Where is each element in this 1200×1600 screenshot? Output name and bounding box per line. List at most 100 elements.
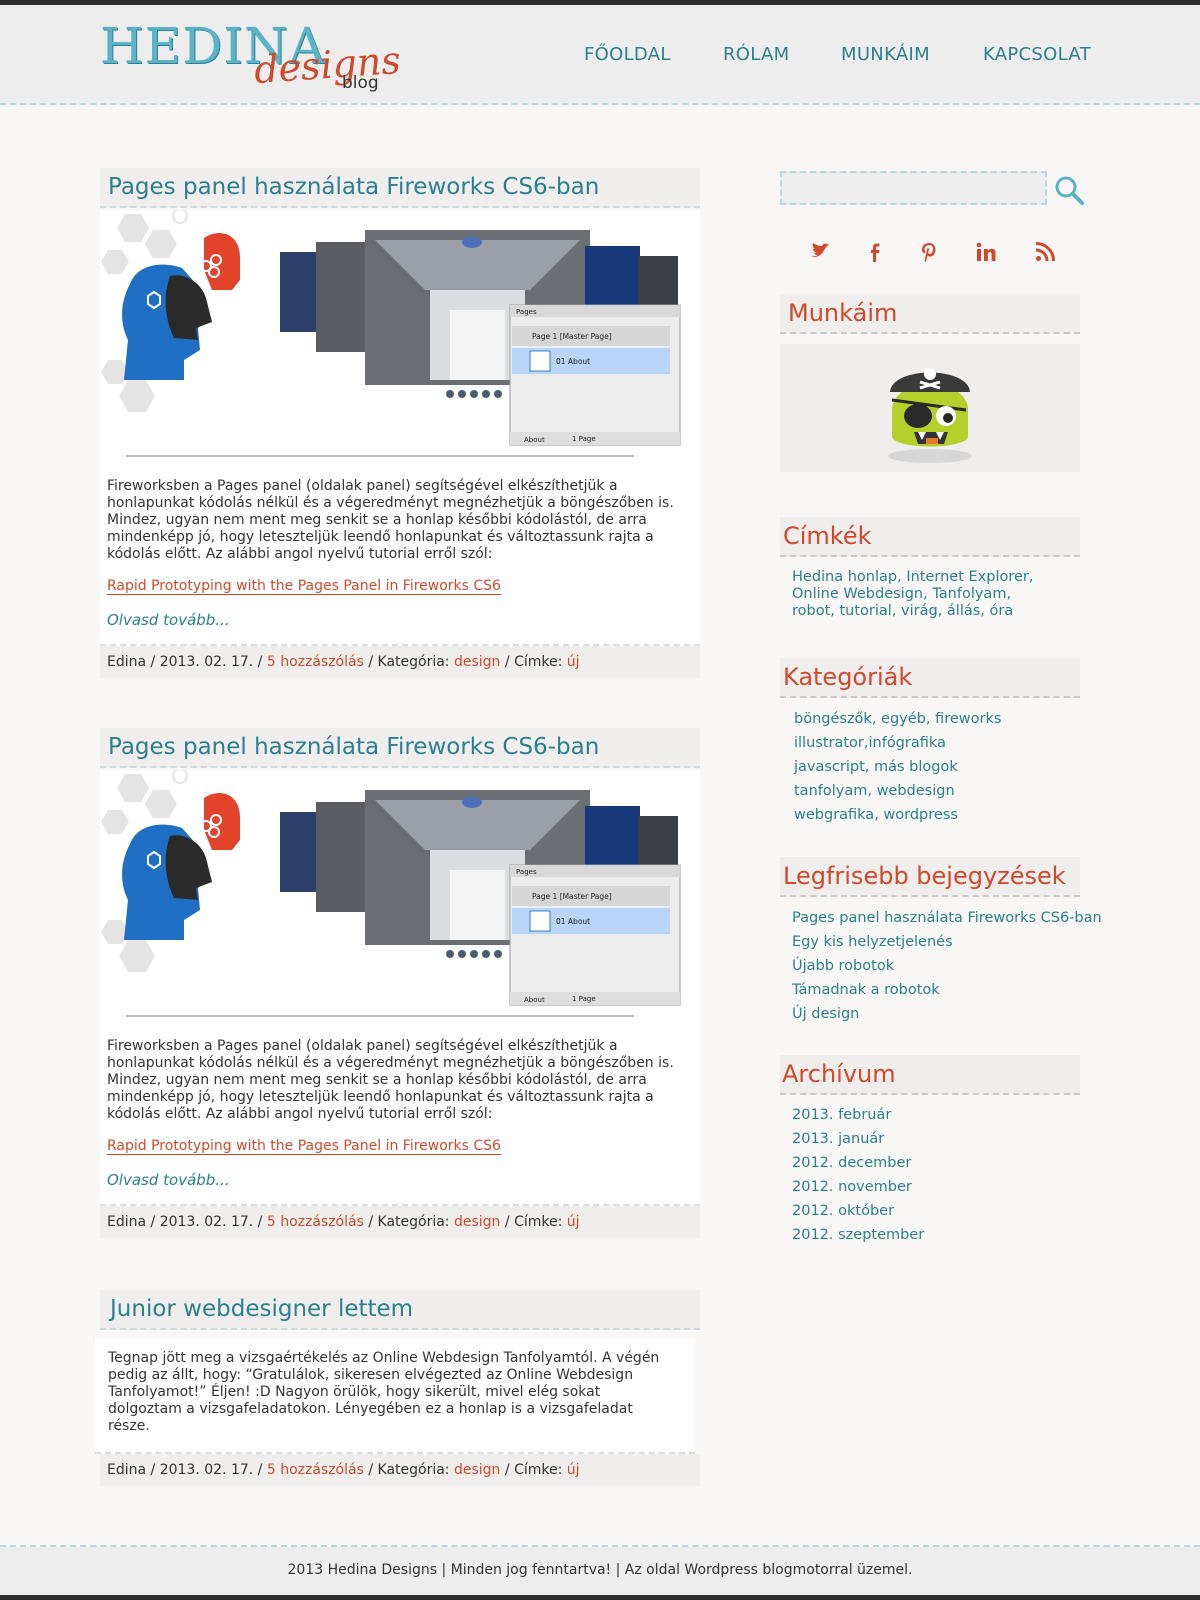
search-input[interactable] <box>780 171 1047 205</box>
meta-category-link[interactable]: design <box>454 1214 500 1230</box>
search-icon[interactable] <box>1052 173 1086 207</box>
meta-author: Edina <box>107 1214 147 1230</box>
panel-count: 1 Page <box>572 435 596 443</box>
category-link[interactable]: webgrafika, wordpress <box>794 807 1001 831</box>
archive-link[interactable]: 2012. szeptember <box>792 1227 924 1251</box>
post-title-bar: Junior webdesigner lettem <box>100 1290 700 1330</box>
nav-item-munkaim[interactable]: MUNKÁIM <box>841 44 930 65</box>
meta-tag-label: Címke: <box>514 1462 563 1478</box>
read-more-link[interactable]: Olvasd tovább... <box>107 1171 230 1189</box>
post-meta: Edina / 2013. 02. 17. / 5 hozzászólás / … <box>100 1454 700 1486</box>
nav-item-fooldal[interactable]: FŐOLDAL <box>584 44 671 65</box>
widget-title: Munkáim <box>788 299 898 327</box>
category-link[interactable]: tanfolyam, webdesign <box>794 783 1001 807</box>
meta-tag-label: Címke: <box>514 654 563 670</box>
post-meta: Edina / 2013. 02. 17. / 5 hozzászólás / … <box>100 1206 700 1238</box>
facebook-icon[interactable] <box>863 240 887 264</box>
panel-title: Pages <box>516 868 537 876</box>
category-list: böngészők, egyéb, fireworks illustrator,… <box>794 711 1001 831</box>
footer-text: 2013 Hedina Designs | Minden jog fenntar… <box>287 1562 913 1578</box>
archive-link[interactable]: 2013. február <box>792 1107 924 1131</box>
archive-link[interactable]: 2012. december <box>792 1155 924 1179</box>
meta-category-link[interactable]: design <box>454 654 500 670</box>
recent-posts-list: Pages panel használata Fireworks CS6-ban… <box>792 910 1102 1030</box>
post-link[interactable]: Rapid Prototyping with the Pages Panel i… <box>107 578 501 595</box>
meta-author: Edina <box>107 1462 147 1478</box>
post-thumbnail[interactable]: Pages Page 1 [Master Page] 01 About Abou… <box>100 770 700 1020</box>
bottom-bar <box>0 1595 1200 1600</box>
header: HEDINA designs blog FŐOLDAL RÓLAM MUNKÁI… <box>0 5 1200 105</box>
panel-master: Page 1 [Master Page] <box>532 892 612 901</box>
tag-line[interactable]: robot, tutorial, virág, állás, óra <box>792 603 1034 620</box>
post-title[interactable]: Pages panel használata Fireworks CS6-ban <box>108 734 599 760</box>
nav-item-rolam[interactable]: RÓLAM <box>723 44 789 65</box>
recent-post-link[interactable]: Újabb robotok <box>792 958 1102 982</box>
widget-heading-munkaim: Munkáim <box>780 294 1080 334</box>
panel-page: 01 About <box>556 357 590 366</box>
tag-line[interactable]: Hedina honlap, Internet Explorer, <box>792 569 1034 586</box>
widget-heading-cimkek: Címkék <box>780 517 1080 557</box>
post-link[interactable]: Rapid Prototyping with the Pages Panel i… <box>107 1138 501 1155</box>
panel-master: Page 1 [Master Page] <box>532 332 612 341</box>
recent-post-link[interactable]: Új design <box>792 1006 1102 1030</box>
post-title[interactable]: Junior webdesigner lettem <box>110 1296 413 1322</box>
meta-category-label: Kategória: <box>377 654 450 670</box>
main-nav: FŐOLDAL RÓLAM MUNKÁIM KAPCSOLAT <box>0 44 1200 68</box>
post-thumbnail[interactable]: Pages Page 1 [Master Page] 01 About Abou… <box>100 210 700 460</box>
post-title-bar: Pages panel használata Fireworks CS6-ban <box>100 168 700 208</box>
category-link[interactable]: illustrator,infógrafika <box>794 735 1001 759</box>
tag-cloud: Hedina honlap, Internet Explorer, Online… <box>792 569 1034 620</box>
post-body: Pages Page 1 [Master Page] 01 About Abou… <box>100 770 700 1206</box>
recent-post-link[interactable]: Egy kis helyzetjelenés <box>792 934 1102 958</box>
meta-category-label: Kategória: <box>377 1214 450 1230</box>
meta-date: 2013. 02. 17. <box>159 654 254 670</box>
widget-title: Archívum <box>782 1060 896 1088</box>
meta-date: 2013. 02. 17. <box>159 1462 254 1478</box>
rss-icon[interactable] <box>1033 240 1057 264</box>
pirate-monster-image <box>888 368 972 463</box>
meta-comments-link[interactable]: 5 hozzászólás <box>267 1462 364 1478</box>
meta-tag-link[interactable]: új <box>567 1214 580 1230</box>
panel-count: 1 Page <box>572 995 596 1003</box>
widget-heading-archivum: Archívum <box>780 1055 1080 1095</box>
twitter-icon[interactable] <box>807 240 831 264</box>
post-excerpt: Tegnap jött meg a vizsgaértékelés az Onl… <box>108 1350 660 1434</box>
linkedin-icon[interactable] <box>974 240 998 264</box>
category-link[interactable]: javascript, más blogok <box>794 759 1001 783</box>
meta-date: 2013. 02. 17. <box>159 1214 254 1230</box>
tag-line[interactable]: Online Webdesign, Tanfolyam, <box>792 586 1034 603</box>
logo-blog: blog <box>342 73 379 93</box>
post-title[interactable]: Pages panel használata Fireworks CS6-ban <box>108 174 599 200</box>
archive-link[interactable]: 2013. január <box>792 1131 924 1155</box>
meta-author: Edina <box>107 654 147 670</box>
recent-post-link[interactable]: Pages panel használata Fireworks CS6-ban <box>792 910 1102 934</box>
post-meta: Edina / 2013. 02. 17. / 5 hozzászólás / … <box>100 646 700 678</box>
meta-comments-link[interactable]: 5 hozzászólás <box>267 654 364 670</box>
read-more-link[interactable]: Olvasd tovább... <box>107 611 230 629</box>
pinterest-icon[interactable] <box>917 240 941 264</box>
widget-heading-legfrisebb: Legfrisebb bejegyzések <box>780 857 1080 897</box>
nav-item-kapcsolat[interactable]: KAPCSOLAT <box>983 44 1091 65</box>
archive-link[interactable]: 2012. november <box>792 1179 924 1203</box>
panel-title: Pages <box>516 308 537 316</box>
meta-tag-link[interactable]: új <box>567 654 580 670</box>
panel-select: About <box>524 996 545 1004</box>
portfolio-widget[interactable] <box>780 344 1080 472</box>
panel-select: About <box>524 436 545 444</box>
post-excerpt: Fireworksben a Pages panel (oldalak pane… <box>107 478 674 562</box>
post-title-bar: Pages panel használata Fireworks CS6-ban <box>100 728 700 768</box>
category-link[interactable]: böngészők, egyéb, fireworks <box>794 711 1001 735</box>
meta-tag-label: Címke: <box>514 1214 563 1230</box>
meta-tag-link[interactable]: új <box>567 1462 580 1478</box>
meta-comments-link[interactable]: 5 hozzászólás <box>267 1214 364 1230</box>
meta-category-label: Kategória: <box>377 1462 450 1478</box>
archive-link[interactable]: 2012. október <box>792 1203 924 1227</box>
post-body: Pages Page 1 [Master Page] 01 About Abou… <box>100 210 700 646</box>
post-body: Tegnap jött meg a vizsgaértékelés az Onl… <box>95 1338 695 1454</box>
panel-page: 01 About <box>556 917 590 926</box>
widget-title: Címkék <box>783 522 872 550</box>
meta-category-link[interactable]: design <box>454 1462 500 1478</box>
recent-post-link[interactable]: Támadnak a robotok <box>792 982 1102 1006</box>
widget-title: Kategóriák <box>783 663 913 691</box>
post-excerpt: Fireworksben a Pages panel (oldalak pane… <box>107 1038 674 1122</box>
